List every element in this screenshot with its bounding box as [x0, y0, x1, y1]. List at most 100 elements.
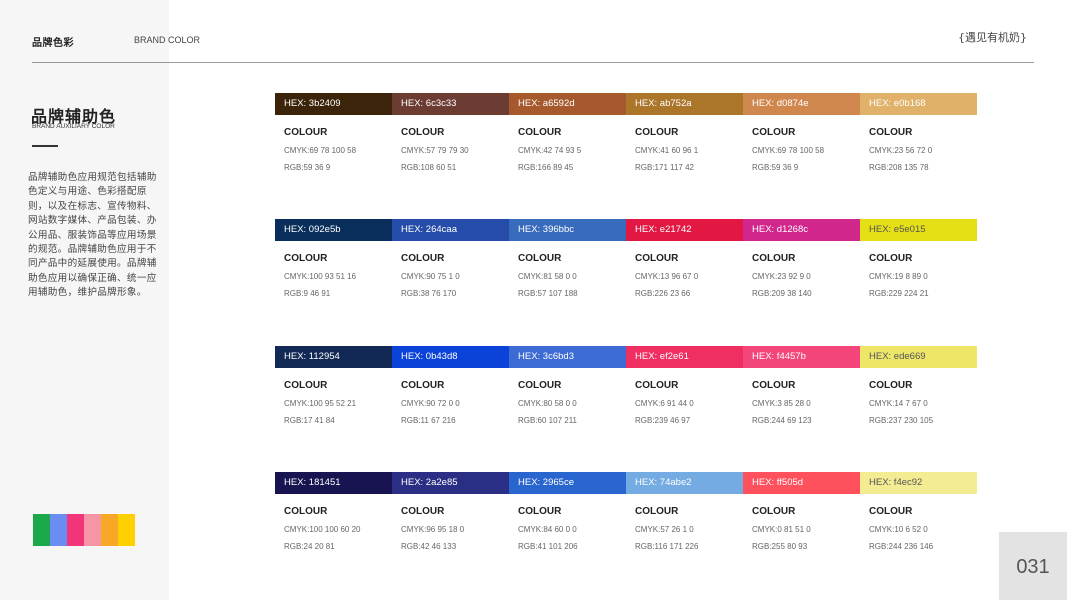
swatch-cmyk: CMYK:90 75 1 0	[401, 272, 460, 281]
swatch-hex-bar: HEX: d0874e	[743, 93, 860, 115]
section-description: 品牌辅助色应用规范包括辅助色定义与用途、色彩搭配原则，以及在标志、宣传物料、网站…	[28, 172, 157, 299]
swatch-cmyk: CMYK:84 60 0 0	[518, 525, 577, 534]
swatch-cmyk: CMYK:100 95 52 21	[284, 399, 357, 408]
swatch-hex-bar: HEX: f4457b	[743, 346, 860, 368]
swatch-hex-bar: HEX: 3c6bd3	[509, 346, 626, 368]
swatch-hex-bar: HEX: ff505d	[743, 472, 860, 494]
color-swatch-card: HEX: 0b43d8 COLOUR CMYK:90 72 0 0 RGB:11 67…	[392, 346, 509, 425]
swatch-rgb: RGB:166 89 45	[518, 163, 574, 172]
color-swatch-card: HEX: 3c6bd3 COLOUR CMYK:80 58 0 0 RGB:60 10…	[509, 346, 626, 425]
swatch-rgb: RGB:108 60 51	[401, 163, 457, 172]
swatch-rgb: RGB:38 76 170	[401, 289, 457, 298]
swatch-hex-bar: HEX: f4ec92	[860, 472, 977, 494]
swatch-rgb: RGB:229 224 21	[869, 289, 929, 298]
color-swatch-card: HEX: ab752a COLOUR CMYK:41 60 96 1 RGB:171 …	[626, 93, 743, 172]
swatch-colour-label: COLOUR	[284, 506, 328, 517]
swatch-colour-label: COLOUR	[635, 380, 679, 391]
color-swatch-card: HEX: 74abe2 COLOUR CMYK:57 26 1 0 RGB:116 1…	[626, 472, 743, 551]
swatch-rgb: RGB:57 107 188	[518, 289, 578, 298]
swatch-rgb: RGB:11 67 216	[401, 416, 456, 425]
swatch-colour-label: COLOUR	[752, 506, 796, 517]
swatch-rgb: RGB:9 46 91	[284, 289, 331, 298]
header-divider	[32, 62, 1034, 63]
color-swatch-card: HEX: ff505d COLOUR CMYK:0 81 51 0 RGB:255 8…	[743, 472, 860, 551]
swatch-hex-bar: HEX: 74abe2	[626, 472, 743, 494]
swatch-colour-label: COLOUR	[518, 506, 562, 517]
swatch-cmyk: CMYK:100 100 60 20	[284, 525, 361, 534]
swatch-cmyk: CMYK:10 6 52 0	[869, 525, 928, 534]
swatch-cmyk: CMYK:41 60 96 1	[635, 146, 699, 155]
color-swatch-card: HEX: 2a2e85 COLOUR CMYK:96 95 18 0 RGB:42 4…	[392, 472, 509, 551]
swatch-hex-bar: HEX: ef2e61	[626, 346, 743, 368]
swatch-colour-label: COLOUR	[518, 380, 562, 391]
swatch-rgb: RGB:59 36 9	[752, 163, 799, 172]
color-swatch-card: HEX: e21742 COLOUR CMYK:13 96 67 0 RGB:226 …	[626, 219, 743, 298]
mini-palette-swatch	[84, 514, 101, 546]
swatch-colour-label: COLOUR	[284, 253, 328, 264]
swatch-hex-bar: HEX: e21742	[626, 219, 743, 241]
swatch-rgb: RGB:41 101 206	[518, 542, 578, 551]
mini-palette-swatch	[101, 514, 118, 546]
mini-palette-swatch	[118, 514, 135, 546]
swatch-hex-bar: HEX: a6592d	[509, 93, 626, 115]
swatch-colour-label: COLOUR	[401, 506, 445, 517]
color-swatch-card: HEX: 2965ce COLOUR CMYK:84 60 0 0 RGB:41 10…	[509, 472, 626, 551]
mini-palette-swatch	[33, 514, 50, 546]
swatch-cmyk: CMYK:69 78 100 58	[284, 146, 357, 155]
swatch-rgb: RGB:208 135 78	[869, 163, 929, 172]
color-swatch-card: HEX: ef2e61 COLOUR CMYK:6 91 44 0 RGB:239 4…	[626, 346, 743, 425]
swatch-colour-label: COLOUR	[869, 506, 913, 517]
section-subtitle: BRAND AUXILIARY COLOR	[32, 123, 115, 130]
swatch-hex-bar: HEX: 396bbc	[509, 219, 626, 241]
swatch-colour-label: COLOUR	[752, 253, 796, 264]
swatch-cmyk: CMYK:90 72 0 0	[401, 399, 460, 408]
swatch-cmyk: CMYK:57 79 79 30	[401, 146, 469, 155]
swatch-cmyk: CMYK:81 58 0 0	[518, 272, 577, 281]
swatch-cmyk: CMYK:100 93 51 16	[284, 272, 357, 281]
section-divider	[32, 145, 58, 147]
swatch-colour-label: COLOUR	[284, 380, 328, 391]
swatch-hex-bar: HEX: 2965ce	[509, 472, 626, 494]
swatch-colour-label: COLOUR	[401, 253, 445, 264]
swatch-colour-label: COLOUR	[752, 127, 796, 138]
color-swatch-card: HEX: a6592d COLOUR CMYK:42 74 93 5 RGB:166 …	[509, 93, 626, 172]
page-number: 031	[1016, 556, 1050, 578]
swatch-cmyk: CMYK:80 58 0 0	[518, 399, 577, 408]
swatch-colour-label: COLOUR	[635, 127, 679, 138]
swatch-rgb: RGB:171 117 42	[635, 163, 695, 172]
swatch-cmyk: CMYK:23 92 9 0	[752, 272, 811, 281]
color-swatch-card: HEX: f4457b COLOUR CMYK:3 85 28 0 RGB:244 6…	[743, 346, 860, 425]
color-swatch-card: HEX: d0874e COLOUR CMYK:69 78 100 58 RGB:59…	[743, 93, 860, 172]
swatch-colour-label: COLOUR	[401, 380, 445, 391]
swatch-cmyk: CMYK:0 81 51 0	[752, 525, 811, 534]
swatch-hex-bar: HEX: 0b43d8	[392, 346, 509, 368]
swatch-rgb: RGB:226 23 66	[635, 289, 691, 298]
color-swatch-card: HEX: 112954 COLOUR CMYK:100 95 52 21 RGB:17…	[275, 346, 392, 425]
page-number-box: 031	[999, 532, 1067, 600]
swatch-cmyk: CMYK:69 78 100 58	[752, 146, 825, 155]
swatch-hex-bar: HEX: ab752a	[626, 93, 743, 115]
color-swatch-card: HEX: d1268c COLOUR CMYK:23 92 9 0 RGB:209 3…	[743, 219, 860, 298]
mini-palette-swatch	[50, 514, 67, 546]
swatch-colour-label: COLOUR	[284, 127, 328, 138]
swatch-cmyk: CMYK:19 8 89 0	[869, 272, 928, 281]
swatch-hex-bar: HEX: 3b2409	[275, 93, 392, 115]
swatch-hex-bar: HEX: 264caa	[392, 219, 509, 241]
swatch-hex-bar: HEX: 181451	[275, 472, 392, 494]
swatch-rgb: RGB:239 46 97	[635, 416, 691, 425]
swatch-rgb: RGB:60 107 211	[518, 416, 578, 425]
swatch-colour-label: COLOUR	[869, 253, 913, 264]
header-title-cn: 品牌色彩	[32, 38, 74, 49]
swatch-cmyk: CMYK:42 74 93 5	[518, 146, 582, 155]
swatch-hex-bar: HEX: e0b168	[860, 93, 977, 115]
swatch-hex-bar: HEX: e5e015	[860, 219, 977, 241]
color-swatch-card: HEX: f4ec92 COLOUR CMYK:10 6 52 0 RGB:244 2…	[860, 472, 977, 551]
swatch-rgb: RGB:209 38 140	[752, 289, 812, 298]
swatch-rgb: RGB:237 230 105	[869, 416, 934, 425]
swatch-hex-bar: HEX: 2a2e85	[392, 472, 509, 494]
swatch-rgb: RGB:244 69 123	[752, 416, 812, 425]
swatch-cmyk: CMYK:3 85 28 0	[752, 399, 811, 408]
color-swatch-card: HEX: e5e015 COLOUR CMYK:19 8 89 0 RGB:229 2…	[860, 219, 977, 298]
swatch-colour-label: COLOUR	[752, 380, 796, 391]
swatch-hex-bar: HEX: 6c3c33	[392, 93, 509, 115]
